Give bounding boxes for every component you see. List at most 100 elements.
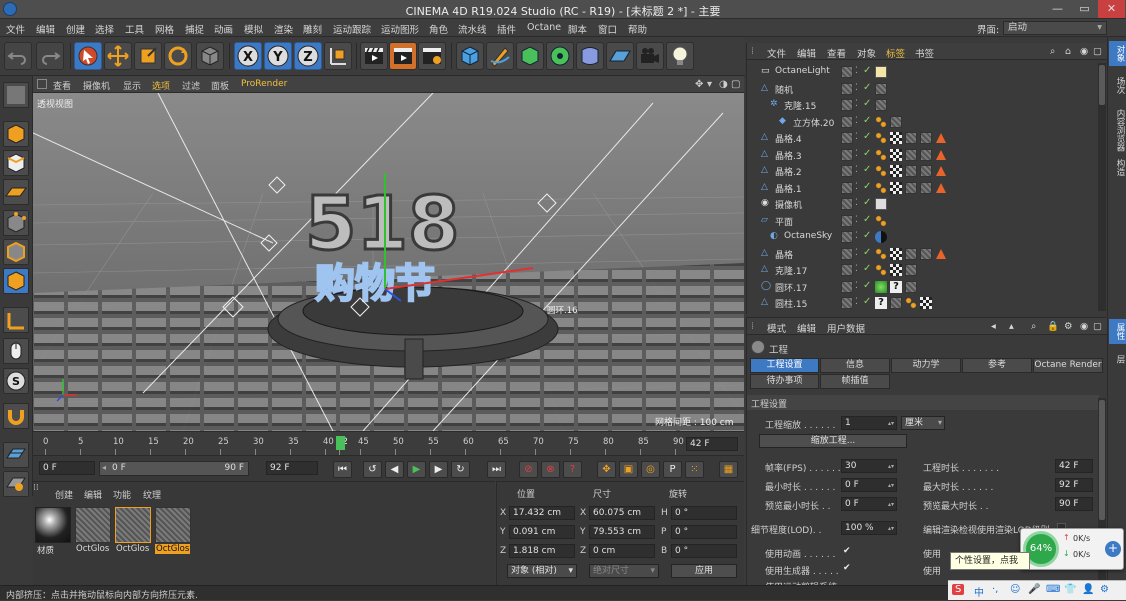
attr-back-icon[interactable]: ◂ (991, 321, 996, 332)
visibility-dots-icon[interactable]: ⁚ (855, 165, 858, 175)
visibility-dots-icon[interactable]: ⁚ (855, 198, 858, 208)
autokey-button[interactable]: ⊗ (541, 461, 560, 478)
pos-y-field[interactable]: 0.091 cm (509, 525, 575, 539)
object-row[interactable]: △ 随机 ⁚ ✓ (747, 81, 1097, 97)
phong-tag-icon[interactable] (875, 247, 887, 260)
object-row[interactable]: △ 晶格.1 ⁚ ✓ (747, 180, 1097, 196)
layer-toggle[interactable] (841, 264, 853, 276)
menu-snap[interactable]: 捕捉 (185, 22, 204, 36)
material-tag-icon[interactable] (905, 132, 917, 144)
pos-x-field[interactable]: 17.432 cm (509, 506, 575, 520)
object-name[interactable]: 晶格.1 (775, 182, 802, 195)
attr-search-icon[interactable]: ⌕ (1031, 321, 1036, 332)
viewport-menu-cameras[interactable]: 摄像机 (83, 79, 110, 92)
coord-mode-select[interactable]: 对象 (相对) ▾ (507, 564, 577, 578)
visibility-dots-icon[interactable]: ⁚ (855, 83, 858, 93)
object-row[interactable]: ▭ OctaneLight ⁚ ✓ (747, 64, 1097, 80)
object-row[interactable]: ▱ 平面 ⁚ ✓ (747, 213, 1097, 229)
settings-icon[interactable]: ⚙ (1100, 584, 1109, 595)
obj-menu-tags[interactable]: 标签 (886, 46, 905, 60)
material-tag-icon[interactable] (875, 82, 887, 95)
layer-toggle[interactable] (841, 82, 853, 95)
enabled-check-icon[interactable]: ✓ (863, 98, 871, 109)
enabled-check-icon[interactable]: ✓ (863, 197, 871, 208)
obj-menu-bookmarks[interactable]: 书签 (915, 46, 934, 60)
warning-tag-icon[interactable] (935, 248, 947, 260)
object-name[interactable]: 平面 (775, 215, 793, 228)
prev-frame-button[interactable]: ◀ (385, 461, 404, 478)
obj-search-icon[interactable]: ⌕ (1050, 46, 1055, 57)
visibility-dots-icon[interactable]: ⁚ (855, 297, 858, 307)
obj-menu-view[interactable]: 查看 (827, 46, 846, 60)
object-scrollbar[interactable] (1098, 63, 1106, 311)
layer-toggle[interactable] (841, 165, 853, 177)
phong-tag-icon[interactable] (905, 297, 917, 309)
tab-reference[interactable]: 参考 (962, 358, 1032, 373)
attr-pin-icon[interactable]: ◉ (1080, 321, 1088, 332)
key-pla-button[interactable]: ⁙ (685, 461, 704, 478)
spline-pen-button[interactable] (486, 42, 514, 70)
timeline-playhead[interactable] (336, 436, 345, 450)
object-row[interactable]: △ 晶格.3 ⁚ ✓ (747, 147, 1097, 163)
texture-tag-icon[interactable] (890, 264, 902, 276)
model-mode-button[interactable] (3, 121, 29, 147)
enabled-check-icon[interactable]: ✓ (863, 230, 871, 241)
material-tag-icon[interactable] (920, 132, 932, 144)
texture-mode-button[interactable] (3, 150, 29, 176)
redo-button[interactable] (36, 42, 64, 70)
menu-render[interactable]: 渲染 (274, 22, 293, 36)
menu-sculpt[interactable]: 雕刻 (303, 22, 322, 36)
interface-layout-select[interactable]: 启动 ▾ (1003, 21, 1107, 35)
tab-attributes[interactable]: 属性 (1109, 319, 1126, 344)
scale-project-button[interactable]: 缩放工程... (759, 434, 907, 448)
viewport-menu-display[interactable]: 显示 (123, 79, 141, 92)
layer-toggle[interactable] (841, 66, 853, 78)
visibility-dots-icon[interactable]: ⁚ (855, 66, 858, 76)
tab-interpolation[interactable]: 帧插值 (820, 374, 890, 389)
timeline-ruler[interactable]: 05101520253035404245505560657075808590 4… (33, 431, 744, 455)
planar-workplane-button[interactable] (3, 471, 29, 497)
unknown-tag-icon[interactable]: ? (875, 297, 887, 309)
rot-p-field[interactable]: 0 ° (671, 525, 737, 539)
ime-punctuation[interactable]: ·, (992, 584, 998, 595)
cube-object-button[interactable] (456, 42, 484, 70)
object-row[interactable]: △ 晶格.2 ⁚ ✓ (747, 163, 1097, 179)
menu-tools[interactable]: 工具 (125, 22, 144, 36)
texture-tag-icon[interactable] (890, 165, 902, 177)
key-position-button[interactable]: ✥ (597, 461, 616, 478)
obj-menu-file[interactable]: 文件 (767, 46, 786, 60)
object-name[interactable]: 立方体.20 (793, 116, 834, 129)
material-tag-icon[interactable] (920, 165, 932, 177)
viewport-menu-view[interactable]: 查看 (53, 79, 71, 92)
phong-tag-icon[interactable] (875, 165, 887, 177)
menu-select[interactable]: 选择 (95, 22, 114, 36)
sky-tag-icon[interactable] (875, 231, 887, 243)
object-row[interactable]: ◉ 摄像机 ⁚ ✓ (747, 196, 1097, 212)
texture-tag-icon[interactable] (890, 132, 902, 144)
green-material-tag-icon[interactable] (875, 280, 887, 293)
tab-takes[interactable]: 场次 (1109, 73, 1126, 98)
visibility-dots-icon[interactable]: ⁚ (855, 99, 858, 109)
move-button[interactable] (104, 42, 132, 70)
tweak-mode-button[interactable] (3, 338, 29, 364)
material-swatch-3[interactable] (115, 507, 151, 543)
layer-toggle[interactable] (841, 198, 853, 210)
attr-menu-edit[interactable]: 编辑 (797, 321, 816, 335)
sogou-logo-icon[interactable]: S (952, 584, 965, 595)
menu-octane[interactable]: Octane (527, 22, 561, 33)
object-row[interactable]: △ 晶格.4 ⁚ ✓ (747, 130, 1097, 146)
light-button[interactable] (666, 42, 694, 70)
close-button[interactable]: ✕ (1098, 0, 1125, 18)
material-tag-icon[interactable] (920, 181, 932, 194)
material-tag-icon[interactable] (905, 280, 917, 293)
key-rotation-button[interactable]: ◎ (641, 461, 660, 478)
emoji-icon[interactable]: ☺ (1010, 584, 1020, 595)
coordinate-system-button[interactable] (324, 42, 352, 70)
menu-edit[interactable]: 编辑 (36, 22, 55, 36)
viewport-maximize-icon[interactable]: ▢ (731, 79, 740, 90)
object-row[interactable]: △ 晶格 ⁚ ✓ (747, 246, 1097, 262)
texture-tag-icon[interactable] (920, 297, 932, 309)
layer-toggle[interactable] (841, 247, 853, 260)
obj-pin-icon[interactable]: ◉ (1080, 46, 1088, 57)
layer-toggle[interactable] (841, 132, 853, 144)
